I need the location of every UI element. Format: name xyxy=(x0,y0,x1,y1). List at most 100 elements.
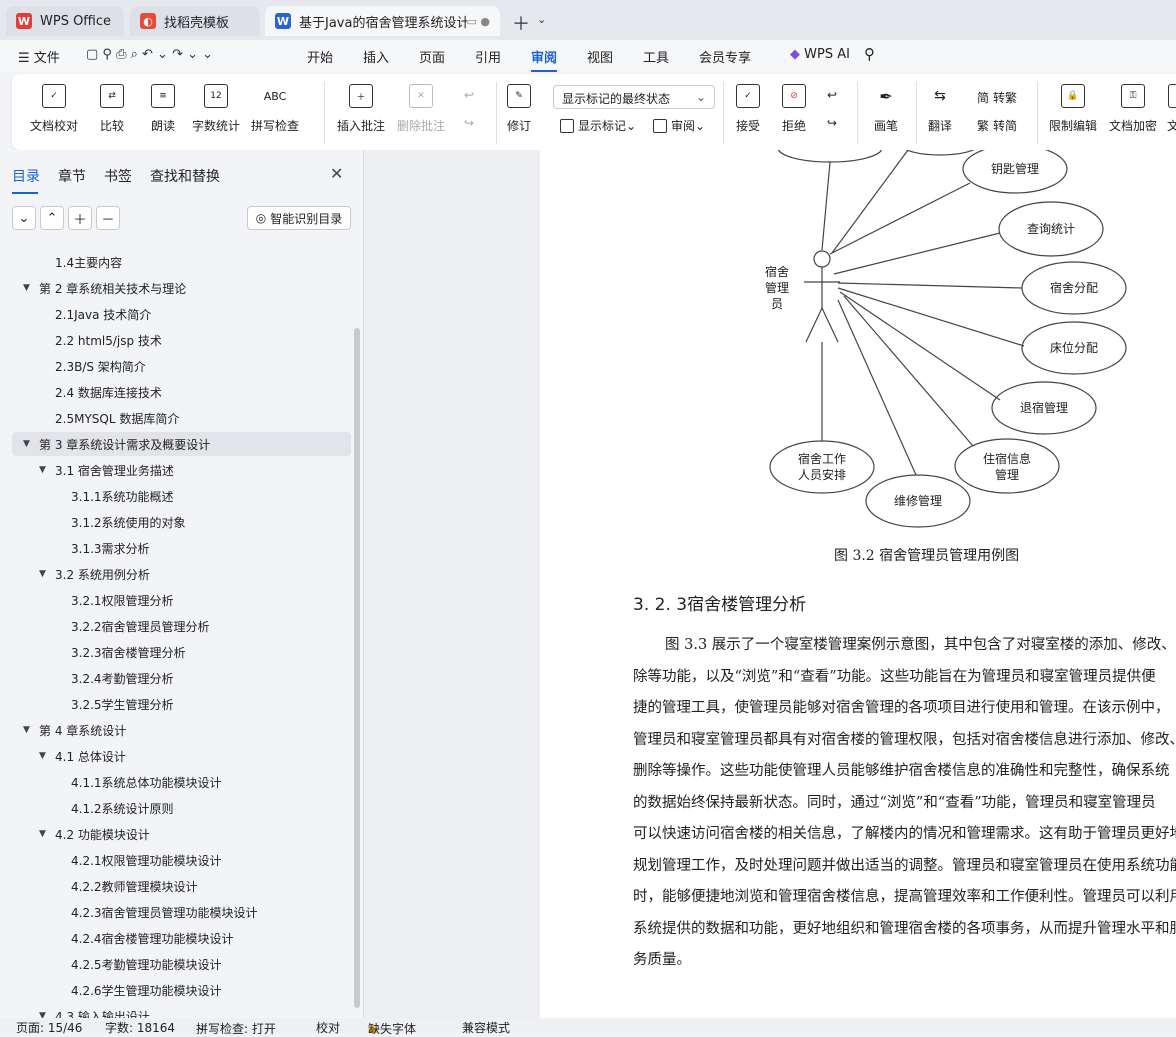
next-comment-icon[interactable]: ↪ xyxy=(464,116,474,130)
toc-item[interactable]: ▼ 4.2 功能模块设计 xyxy=(12,822,351,846)
tab-wps-office[interactable]: W WPS Office xyxy=(6,6,124,36)
next-change-icon[interactable]: ↪ xyxy=(827,116,837,130)
expand-arrow-icon[interactable]: ▼ xyxy=(23,439,30,449)
toc-item[interactable]: 4.2.1权限管理功能模块设计 xyxy=(12,848,351,872)
expand-arrow-icon[interactable]: ▼ xyxy=(23,283,30,293)
toc-item[interactable]: 2.5MYSQL 数据库简介 xyxy=(12,406,351,430)
doc-encrypt-button[interactable]: ⚿ 文档加密 xyxy=(1109,84,1157,134)
use-case-label: 住宿信息 xyxy=(983,451,1031,466)
toc-item[interactable]: 4.2.3宿舍管理员管理功能模块设计 xyxy=(12,900,351,924)
toc-item[interactable]: 2.3B/S 架构简介 xyxy=(12,354,351,378)
menu-reference[interactable]: 引用 xyxy=(475,47,501,66)
missing-font-label: 缺失字体 xyxy=(368,1022,417,1036)
tab-close-icon[interactable]: ▭ ● xyxy=(467,15,491,28)
toc-item[interactable]: ▼ 4.1 总体设计 xyxy=(12,744,351,768)
toc-item[interactable]: 4.2.5考勤管理功能模块设计 xyxy=(12,952,351,976)
doc-check-button[interactable]: ✓ 文档校对 xyxy=(30,84,78,134)
tab-document[interactable]: W 基于Java的宿舍管理系统设计 ▭ ● xyxy=(265,6,500,36)
show-markup-button[interactable]: 显示标记 ⌄ xyxy=(560,117,636,134)
menu-tools[interactable]: 工具 xyxy=(643,47,669,66)
toc-item[interactable]: 2.2 html5/jsp 技术 xyxy=(12,328,351,352)
toc-item[interactable]: 3.2.5学生管理分析 xyxy=(12,692,351,716)
toc-item[interactable]: 3.1.3需求分析 xyxy=(12,536,351,560)
proof-indicator[interactable]: 校对 xyxy=(316,1019,340,1036)
read-aloud-button[interactable]: ≡ 朗读 xyxy=(151,84,175,134)
menu-member[interactable]: 会员专享 xyxy=(699,47,751,66)
scrollbar[interactable] xyxy=(354,328,360,1008)
menu-insert[interactable]: 插入 xyxy=(363,47,389,66)
review-pane-button[interactable]: 审阅 ⌄ xyxy=(653,117,705,134)
toc-item-label: 3.1 宿舍管理业务描述 xyxy=(55,463,174,478)
collapse-up-icon[interactable]: ⌃ xyxy=(40,206,64,230)
doc-more-button[interactable]: 文 xyxy=(1167,84,1176,134)
word-count-indicator[interactable]: 字数: 18164 xyxy=(105,1019,175,1036)
expand-arrow-icon[interactable]: ▼ xyxy=(39,569,46,579)
toc-item[interactable]: ▼ 第 3 章系统设计需求及概要设计 xyxy=(12,432,351,456)
search-icon[interactable]: ⚲ xyxy=(864,45,875,63)
compare-button[interactable]: ⇄ 比较 xyxy=(100,84,124,134)
close-icon[interactable]: ✕ xyxy=(330,164,343,183)
tab-sections[interactable]: 章节 xyxy=(58,166,86,186)
menu-view[interactable]: 视图 xyxy=(587,47,613,66)
collapse-down-icon[interactable]: ⌄ xyxy=(12,206,36,230)
tab-docer[interactable]: ◐ 找稻壳模板 xyxy=(130,6,260,36)
new-tab-icon[interactable]: ＋ xyxy=(512,10,530,36)
expand-arrow-icon[interactable]: ▼ xyxy=(23,725,30,735)
toc-item[interactable]: 3.2.1权限管理分析 xyxy=(12,588,351,612)
toc-item[interactable]: 4.1.2系统设计原则 xyxy=(12,796,351,820)
toc-item[interactable]: 2.4 数据库连接技术 xyxy=(12,380,351,404)
read-aloud-icon: ≡ xyxy=(151,84,175,108)
accept-button[interactable]: ✓ 接受 xyxy=(736,84,760,134)
expand-arrow-icon[interactable]: ▼ xyxy=(39,751,46,761)
menu-review[interactable]: 审阅 xyxy=(531,47,558,72)
smart-toc-button[interactable]: ◎ 智能识别目录 xyxy=(247,206,351,230)
prev-change-icon[interactable]: ↩ xyxy=(827,88,837,102)
toc-item[interactable]: 3.2.2宿舍管理员管理分析 xyxy=(12,614,351,638)
add-heading-icon[interactable]: ＋ xyxy=(68,206,92,230)
toc-item[interactable]: ▼ 3.2 系统用例分析 xyxy=(12,562,351,586)
expand-arrow-icon[interactable]: ▼ xyxy=(39,829,46,839)
tab-bookmarks[interactable]: 书签 xyxy=(104,166,132,186)
spell-check-indicator[interactable]: 拼写检查: 打开 ⌄ xyxy=(196,1019,276,1036)
spell-check-button[interactable]: ABC 拼写检查 xyxy=(251,84,299,134)
reject-button[interactable]: ⊘ 拒绝 xyxy=(782,84,806,134)
toc-item[interactable]: 1.4主要内容 xyxy=(12,250,351,274)
toc-item[interactable]: 4.2.6学生管理功能模块设计 xyxy=(12,978,351,1002)
toc-item[interactable]: 4.2.2教师管理模块设计 xyxy=(12,874,351,898)
word-count-button[interactable]: 12 字数统计 xyxy=(192,84,240,134)
toc-item[interactable]: 3.2.4考勤管理分析 xyxy=(12,666,351,690)
tab-toc[interactable]: 目录 xyxy=(12,166,40,194)
toc-item[interactable]: 2.1Java 技术简介 xyxy=(12,302,351,326)
translate-button[interactable]: ⇆ 翻译 xyxy=(928,84,952,134)
toc-item[interactable]: ▼ 3.1 宿舍管理业务描述 xyxy=(12,458,351,482)
menu-page[interactable]: 页面 xyxy=(419,47,445,66)
to-simplified-button[interactable]: 繁转简 xyxy=(977,117,1017,134)
to-traditional-button[interactable]: 简转繁 xyxy=(977,89,1017,106)
tab-find-replace[interactable]: 查找和替换 xyxy=(150,166,220,186)
restrict-edit-button[interactable]: 🔒 限制编辑 xyxy=(1049,84,1097,134)
prev-comment-icon[interactable]: ↩ xyxy=(464,88,474,102)
text-line: 规划管理工作，及时处理问题并做出适当的调整。管理员和寝室管理员在使用系统功能 xyxy=(633,857,1176,874)
toc-item[interactable]: 4.1.1系统总体功能模块设计 xyxy=(12,770,351,794)
toc-item[interactable]: 4.2.4宿舍楼管理功能模块设计 xyxy=(12,926,351,950)
menu-start[interactable]: 开始 xyxy=(307,47,333,66)
wps-ai-button[interactable]: ◆ WPS AI xyxy=(790,47,850,62)
chevron-down-icon[interactable]: ⌄ xyxy=(537,13,546,26)
revise-button[interactable]: ✎ 修订 xyxy=(507,84,531,134)
pen-button[interactable]: ✒ 画笔 xyxy=(874,84,898,134)
quick-access-icons[interactable]: ▢ ⚲ ⎙ ⌕ ↶ ⌄ ↷ ⌄ ⌄ xyxy=(86,47,213,62)
toc-item-label: 3.1.2系统使用的对象 xyxy=(71,515,186,530)
file-menu[interactable]: ☰ 文件 xyxy=(18,47,60,66)
markup-state-select[interactable]: 显示标记的最终状态 ⌄ xyxy=(553,85,715,109)
toc-item[interactable]: 3.1.2系统使用的对象 xyxy=(12,510,351,534)
insert-comment-button[interactable]: ＋ 插入批注 xyxy=(337,84,385,134)
toc-item[interactable]: 3.2.3宿舍楼管理分析 xyxy=(12,640,351,664)
word-doc-icon: W xyxy=(275,13,291,29)
toc-item[interactable]: 3.1.1系统功能概述 xyxy=(12,484,351,508)
toc-item[interactable]: ▼ 第 2 章系统相关技术与理论 xyxy=(12,276,351,300)
delete-comment-button[interactable]: ✕ 删除批注 xyxy=(397,84,445,134)
expand-arrow-icon[interactable]: ▼ xyxy=(39,465,46,475)
page-indicator[interactable]: 页面: 15/46 xyxy=(16,1019,82,1036)
remove-heading-icon[interactable]: － xyxy=(96,206,120,230)
toc-item[interactable]: ▼ 第 4 章系统设计 xyxy=(12,718,351,742)
